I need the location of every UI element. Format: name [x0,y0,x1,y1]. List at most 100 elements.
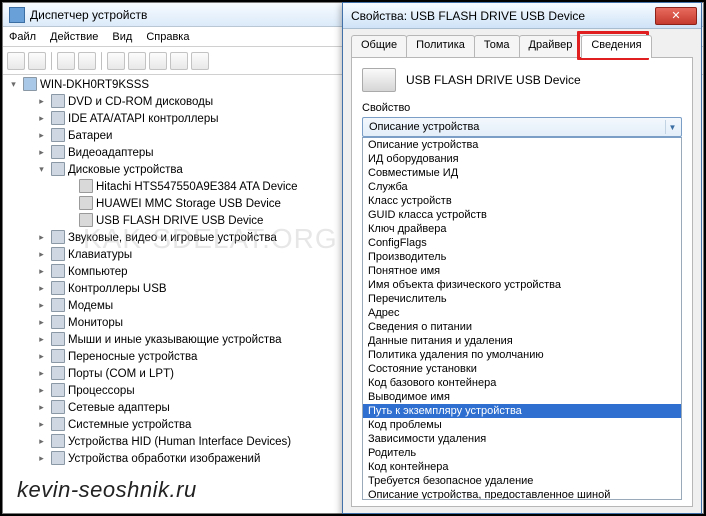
tree-root-label[interactable]: WIN-DKH0RT9KSSS [40,79,149,91]
device-header: USB FLASH DRIVE USB Device [362,68,682,92]
property-option[interactable]: Служба [363,180,681,194]
tree-toggle[interactable]: ▸ [37,403,46,412]
tree-toggle[interactable]: ▸ [37,352,46,361]
property-dropdown-list[interactable]: Описание устройстваИД оборудованияСовмес… [362,137,682,500]
tree-node-label[interactable]: Звуковые, видео и игровые устройства [68,232,277,244]
tree-node-label[interactable]: Устройства HID (Human Interface Devices) [68,436,291,448]
close-button[interactable]: ✕ [655,7,697,25]
tree-node-label[interactable]: Устройства обработки изображений [68,453,260,465]
tab-details[interactable]: Сведения [581,35,651,58]
property-option[interactable]: ConfigFlags [363,236,681,250]
property-option[interactable]: Адрес [363,306,681,320]
category-icon [51,111,65,125]
tree-node-label[interactable]: Процессоры [68,385,135,397]
property-option[interactable]: Совместимые ИД [363,166,681,180]
tree-node-label[interactable]: IDE ATA/ATAPI контроллеры [68,113,219,125]
menu-action[interactable]: Действие [50,31,98,43]
tree-node-label[interactable]: Компьютер [68,266,128,278]
property-option[interactable]: Состояние установки [363,362,681,376]
toolbar-uninstall-button[interactable] [149,52,167,70]
toolbar-back-button[interactable] [7,52,25,70]
tree-toggle[interactable]: ▸ [37,131,46,140]
footer-watermark: kevin-seoshnik.ru [17,477,197,503]
tab-general[interactable]: Общие [351,35,407,57]
property-option[interactable]: ИД оборудования [363,152,681,166]
tree-toggle[interactable]: ▸ [37,437,46,446]
tree-toggle[interactable]: ▸ [37,148,46,157]
toolbar-view-button[interactable] [57,52,75,70]
tree-node-label[interactable]: Переносные устройства [68,351,197,363]
tree-node-label[interactable]: Порты (COM и LPT) [68,368,174,380]
property-combobox[interactable]: Описание устройства ▼ [362,117,682,137]
tree-node-label[interactable]: Контроллеры USB [68,283,167,295]
property-option[interactable]: Требуется безопасное удаление [363,474,681,488]
category-icon [51,298,65,312]
tab-policy[interactable]: Политика [406,35,475,57]
property-option[interactable]: Ключ драйвера [363,222,681,236]
tree-node-label[interactable]: Модемы [68,300,113,312]
tree-toggle[interactable]: ▸ [37,284,46,293]
property-option[interactable]: Сведения о питании [363,320,681,334]
category-icon [51,230,65,244]
tree-toggle[interactable]: ▸ [37,267,46,276]
toolbar-forward-button[interactable] [28,52,46,70]
tab-driver[interactable]: Драйвер [519,35,583,57]
toolbar-update-button[interactable] [128,52,146,70]
tree-toggle[interactable]: ▸ [37,318,46,327]
property-option[interactable]: Код контейнера [363,460,681,474]
toolbar-properties-button[interactable] [191,52,209,70]
tree-node-label[interactable]: Сетевые адаптеры [68,402,170,414]
tree-node-label[interactable]: Мониторы [68,317,123,329]
property-option[interactable]: Путь к экземпляру устройства [363,404,681,418]
property-option[interactable]: Выводимое имя [363,390,681,404]
property-label: Свойство [362,102,682,114]
property-option[interactable]: Родитель [363,446,681,460]
tree-node-label[interactable]: Видеоадаптеры [68,147,154,159]
property-option[interactable]: Имя объекта физического устройства [363,278,681,292]
toolbar-scan-button[interactable] [107,52,125,70]
property-option[interactable]: Данные питания и удаления [363,334,681,348]
property-option[interactable]: Код проблемы [363,418,681,432]
tree-leaf-label[interactable]: Hitachi HTS547550A9E384 ATA Device [96,181,298,193]
toolbar-disable-button[interactable] [170,52,188,70]
property-option[interactable]: Описание устройства [363,138,681,152]
property-option[interactable]: Перечислитель [363,292,681,306]
tree-node-label[interactable]: Дисковые устройства [68,164,183,176]
tree-toggle[interactable]: ▸ [37,335,46,344]
tree-toggle[interactable]: ▸ [37,420,46,429]
property-option[interactable]: Описание устройства, предоставленное шин… [363,488,681,500]
tab-volumes[interactable]: Тома [474,35,520,57]
tree-toggle[interactable]: ▾ [9,80,18,89]
property-option[interactable]: Зависимости удаления [363,432,681,446]
tree-leaf-label[interactable]: USB FLASH DRIVE USB Device [96,215,263,227]
tree-toggle[interactable]: ▸ [37,369,46,378]
tree-node-label[interactable]: DVD и CD-ROM дисководы [68,96,213,108]
menu-file[interactable]: Файл [9,31,36,43]
tree-toggle[interactable]: ▸ [37,386,46,395]
tree-node-label[interactable]: Системные устройства [68,419,191,431]
property-option[interactable]: Производитель [363,250,681,264]
dialog-titlebar[interactable]: Свойства: USB FLASH DRIVE USB Device ✕ [343,3,701,29]
tree-toggle[interactable]: ▸ [37,454,46,463]
property-option[interactable]: Класс устройств [363,194,681,208]
tree-node-label[interactable]: Батареи [68,130,112,142]
property-option[interactable]: Понятное имя [363,264,681,278]
tree-toggle[interactable]: ▾ [37,165,46,174]
tree-toggle[interactable]: ▸ [37,114,46,123]
tree-toggle[interactable]: ▸ [37,301,46,310]
toolbar-help-button[interactable] [78,52,96,70]
properties-dialog: Свойства: USB FLASH DRIVE USB Device ✕ О… [342,2,702,514]
menu-view[interactable]: Вид [112,31,132,43]
tree-toggle[interactable]: ▸ [37,233,46,242]
tree-toggle[interactable]: ▸ [37,97,46,106]
menu-help[interactable]: Справка [146,31,189,43]
tree-toggle[interactable]: ▸ [37,250,46,259]
property-option[interactable]: GUID класса устройств [363,208,681,222]
property-option[interactable]: Политика удаления по умолчанию [363,348,681,362]
tree-leaf-label[interactable]: HUAWEI MMC Storage USB Device [96,198,281,210]
device-tree[interactable]: ▾ WIN-DKH0RT9KSSS ▸ DVD и CD-ROM дисководы ▸… [7,77,339,507]
category-icon [51,128,65,142]
property-option[interactable]: Код базового контейнера [363,376,681,390]
tree-node-label[interactable]: Клавиатуры [68,249,132,261]
tree-node-label[interactable]: Мыши и иные указывающие устройства [68,334,282,346]
